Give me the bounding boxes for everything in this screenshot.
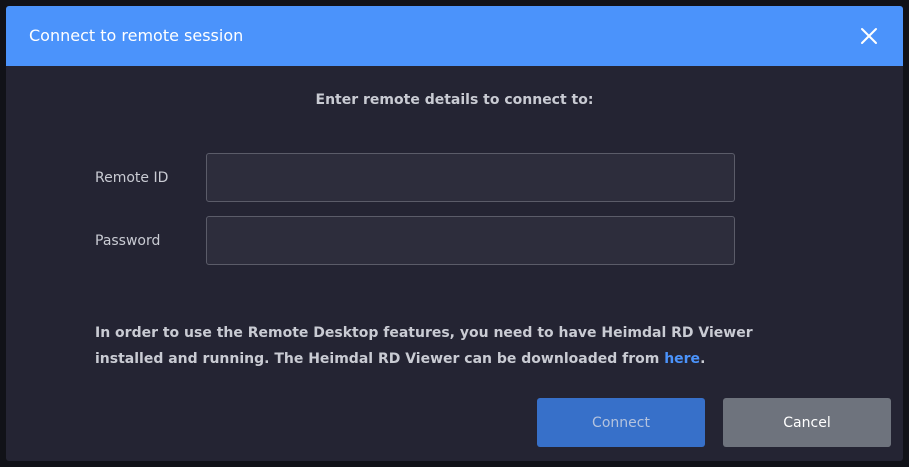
dialog-title: Connect to remote session	[29, 26, 244, 45]
info-suffix: .	[700, 351, 706, 367]
password-label: Password	[95, 233, 161, 249]
close-icon	[861, 28, 877, 44]
cancel-button[interactable]: Cancel	[723, 398, 891, 447]
connect-button[interactable]: Connect	[537, 398, 705, 447]
remote-id-label: Remote ID	[95, 170, 169, 186]
remote-id-input[interactable]	[206, 153, 735, 202]
info-text: In order to use the Remote Desktop featu…	[95, 325, 753, 367]
password-input[interactable]	[206, 216, 735, 265]
connect-remote-dialog: Connect to remote session Enter remote d…	[6, 6, 903, 461]
dialog-header: Connect to remote session	[6, 6, 903, 66]
dialog-subtitle: Enter remote details to connect to:	[315, 92, 594, 108]
close-button[interactable]	[856, 23, 882, 49]
info-message: In order to use the Remote Desktop featu…	[95, 320, 795, 372]
download-link[interactable]: here	[664, 351, 700, 367]
